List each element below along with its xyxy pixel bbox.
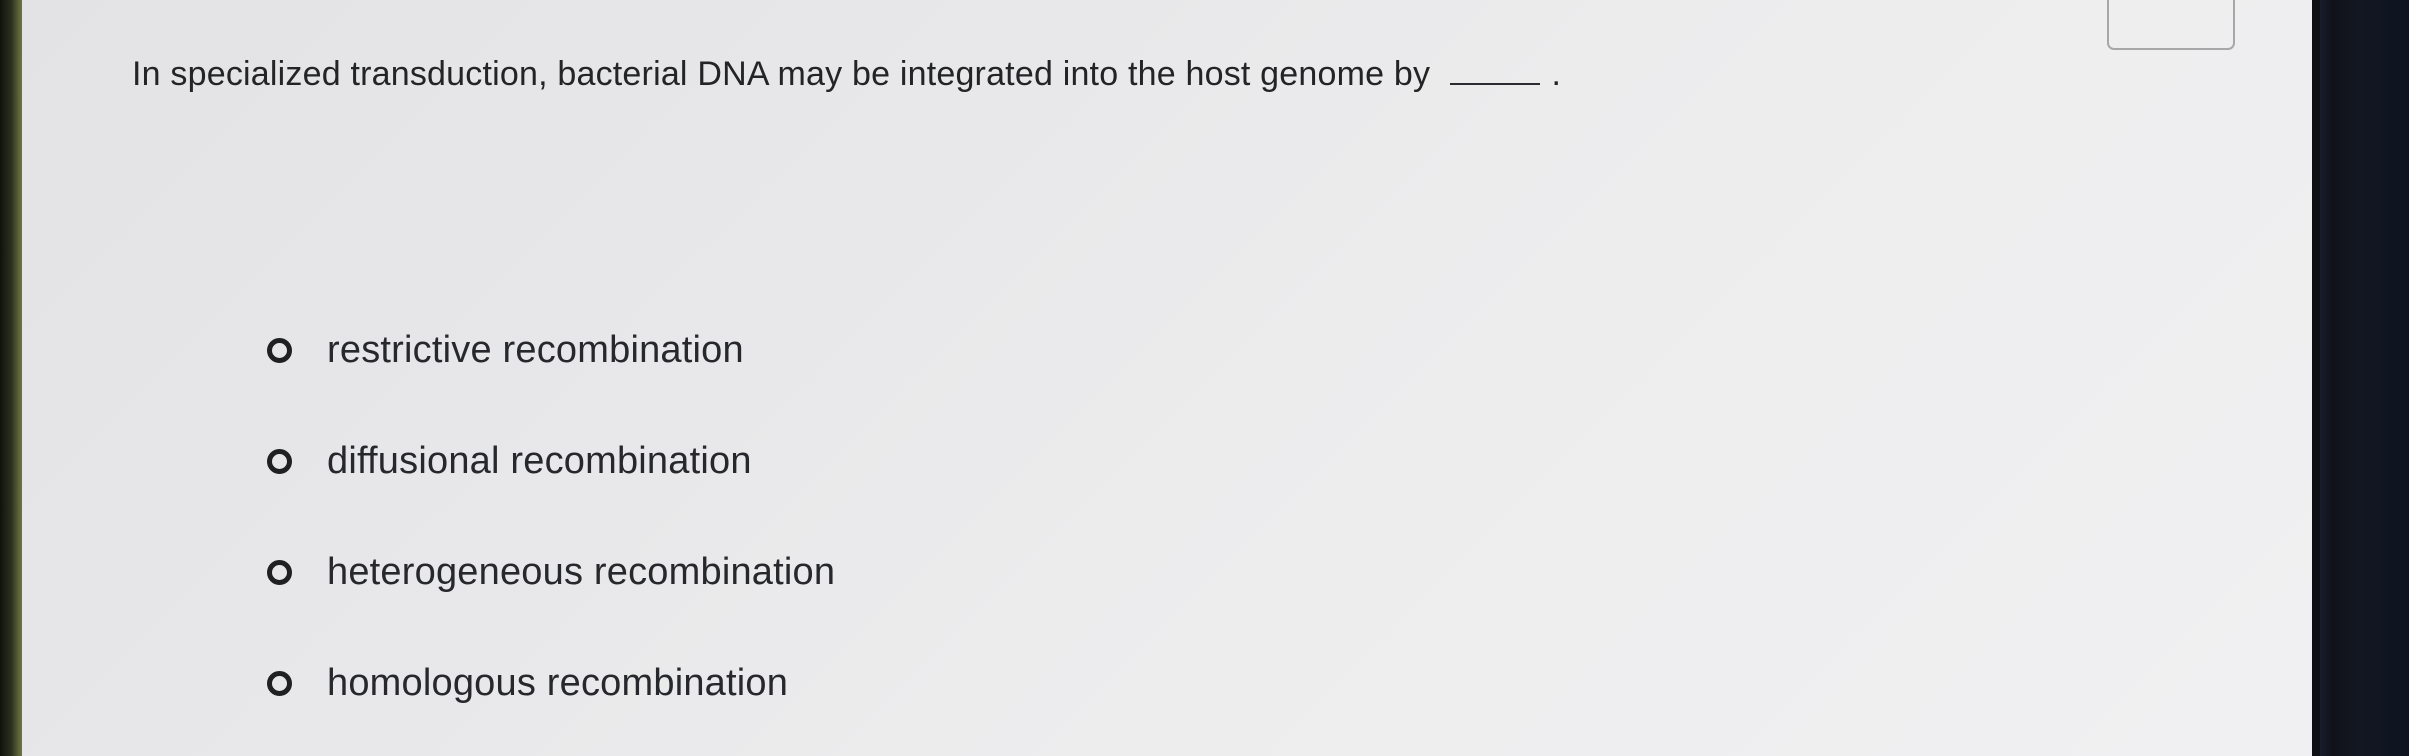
answer-option-homologous[interactable]: homologous recombination: [267, 655, 1467, 711]
answer-option-diffusional[interactable]: diffusional recombination: [267, 433, 1467, 489]
radio-unselected-icon[interactable]: [267, 559, 292, 585]
answer-label: restrictive recombination: [327, 328, 744, 371]
answer-label: heterogeneous recombination: [327, 550, 836, 593]
answer-choices: restrictive recombination diffusional re…: [267, 322, 1467, 711]
answer-label: homologous recombination: [327, 661, 789, 704]
radio-unselected-icon[interactable]: [267, 448, 292, 474]
corner-box[interactable]: [2107, 0, 2235, 50]
photo-frame: In specialized transduction, bacterial D…: [0, 0, 2409, 756]
question-period: .: [1551, 55, 1562, 93]
question-text: In specialized transduction, bacterial D…: [132, 55, 1431, 93]
radio-unselected-icon[interactable]: [267, 337, 292, 363]
radio-unselected-icon[interactable]: [267, 670, 292, 696]
right-bezel-gloss: [2320, 0, 2332, 756]
fill-in-blank: [1449, 83, 1540, 85]
quiz-screen: In specialized transduction, bacterial D…: [22, 0, 2312, 756]
answer-option-restrictive[interactable]: restrictive recombination: [267, 322, 1467, 378]
answer-option-heterogeneous[interactable]: heterogeneous recombination: [267, 544, 1467, 600]
question-prompt: In specialized transduction, bacterial D…: [132, 52, 1932, 96]
answer-label: diffusional recombination: [327, 439, 752, 482]
